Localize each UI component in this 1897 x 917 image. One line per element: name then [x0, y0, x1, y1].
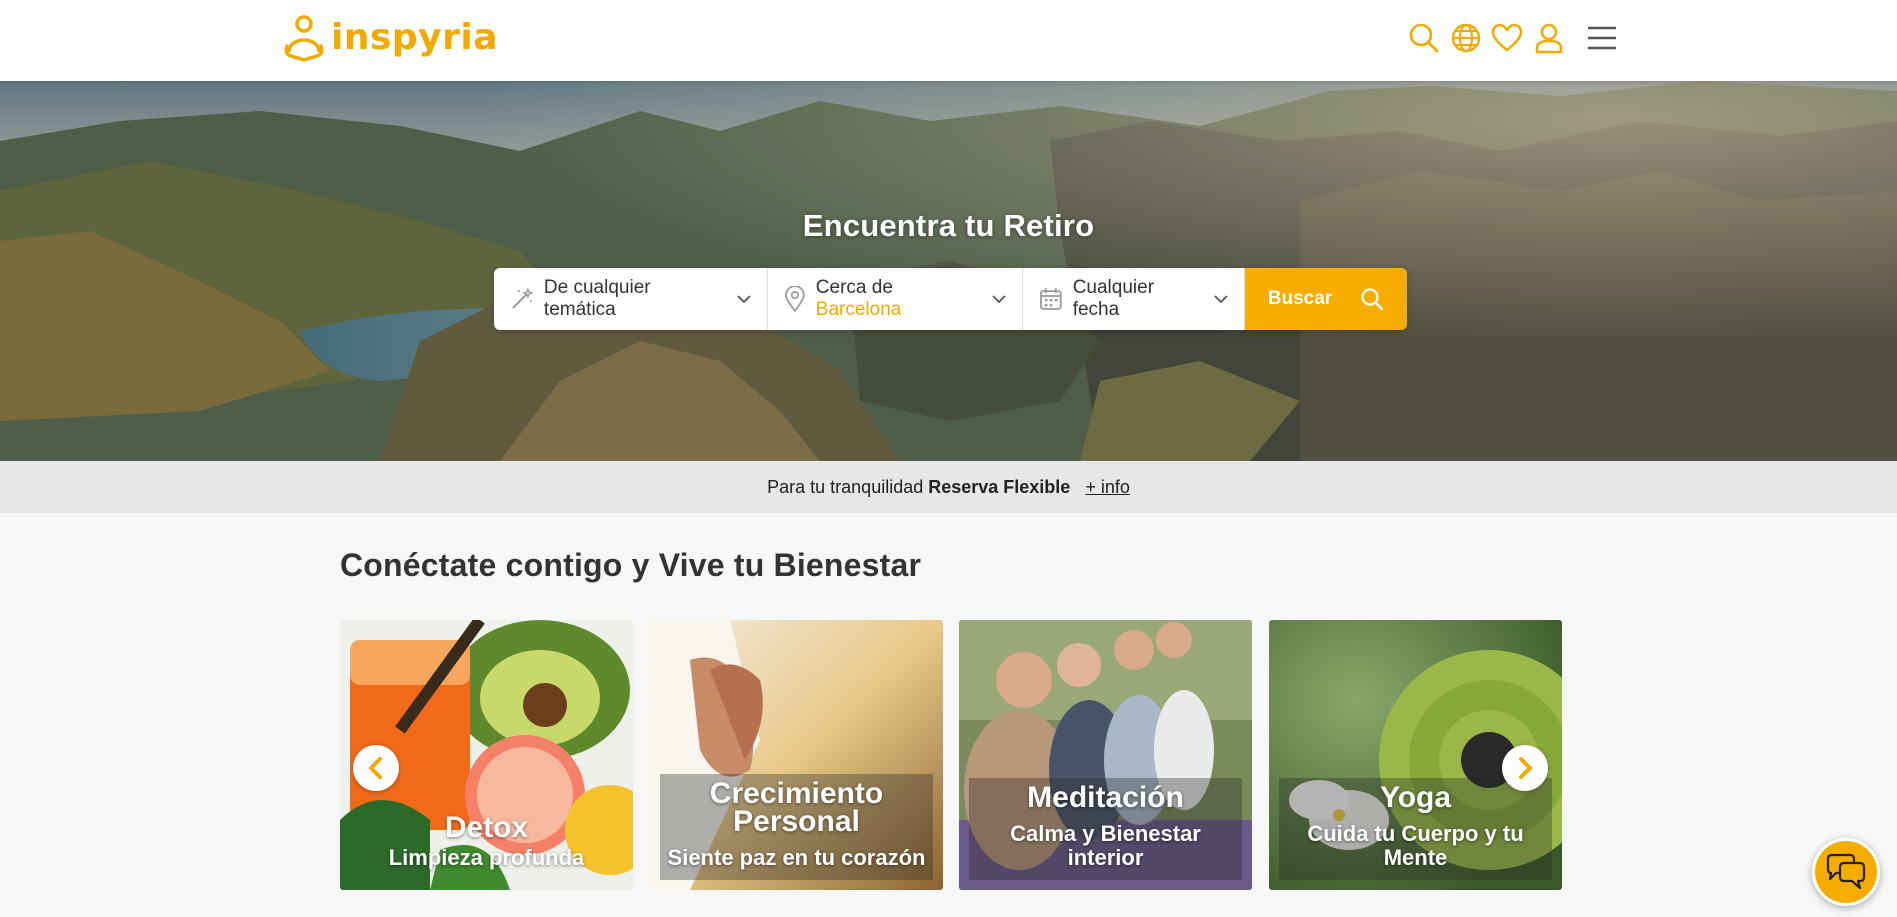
carousel-next-button[interactable]: [1502, 745, 1548, 791]
site-header: inspyria: [0, 0, 1897, 81]
card-subtitle: Cuida tu Cuerpo y tu Mente: [1307, 821, 1524, 870]
globe-icon[interactable]: [1448, 20, 1484, 56]
chevron-right-icon: [1519, 757, 1532, 779]
location-select[interactable]: Cerca de Barcelona: [768, 268, 1023, 330]
search-icon: [1361, 288, 1384, 311]
more-info-link[interactable]: + info: [1085, 477, 1130, 498]
hero-banner: Encuentra tu Retiro De cualquier temátic…: [0, 81, 1897, 461]
card-caption: Detox Limpieza profunda: [350, 808, 623, 880]
magic-wand-icon: [512, 287, 534, 309]
flexible-bold: Reserva Flexible: [928, 476, 1071, 497]
card-title: Yoga: [1379, 781, 1452, 814]
location-prefix: Cerca de: [815, 277, 893, 298]
theme-select[interactable]: De cualquier temática: [494, 268, 768, 330]
category-card-crecimiento-personal[interactable]: Crecimiento Personal Siente paz en tu co…: [650, 620, 943, 890]
card-title: Meditación: [1027, 781, 1184, 814]
section-title: Conéctate contigo y Vive tu Bienestar: [340, 547, 922, 583]
category-carousel: Detox Limpieza profunda Crecimiento Pers…: [340, 620, 1562, 890]
flexible-prefix: Para tu tranquilidad: [767, 476, 924, 497]
card-caption: Meditación Calma y Bienestar interior: [969, 778, 1242, 880]
card-subtitle: Siente paz en tu corazón: [667, 845, 926, 870]
theme-select-label: De cualquier temática: [543, 277, 651, 320]
chat-bubbles-icon: [1826, 853, 1866, 890]
heart-icon[interactable]: [1489, 20, 1525, 56]
chevron-down-icon: [737, 295, 751, 304]
category-card-meditacion[interactable]: Meditación Calma y Bienestar interior: [959, 620, 1252, 890]
date-select[interactable]: Cualquier fecha: [1023, 268, 1245, 330]
carousel-prev-button[interactable]: [353, 745, 399, 791]
search-bar: De cualquier temática Cerca de Barcelona…: [494, 268, 1407, 330]
card-title: Detox: [444, 811, 529, 844]
chat-button[interactable]: [1812, 838, 1880, 906]
location-select-label: Cerca de Barcelona: [816, 277, 982, 321]
user-icon[interactable]: [1531, 20, 1567, 56]
card-subtitle: Limpieza profunda: [388, 845, 585, 870]
card-caption: Yoga Cuida tu Cuerpo y tu Mente: [1279, 778, 1552, 880]
calendar-icon: [1040, 288, 1062, 310]
chevron-down-icon: [992, 295, 1006, 304]
location-pin-icon: [785, 286, 805, 312]
card-title: Crecimiento Personal: [709, 777, 884, 838]
card-caption: Crecimiento Personal Siente paz en tu co…: [660, 774, 933, 880]
location-city: Barcelona: [815, 299, 902, 320]
chevron-down-icon: [1214, 295, 1228, 304]
search-icon[interactable]: [1406, 20, 1442, 56]
search-button[interactable]: Buscar: [1245, 268, 1407, 330]
search-button-label: Buscar: [1267, 288, 1333, 309]
card-subtitle: Calma y Bienestar interior: [1010, 821, 1201, 870]
logo[interactable]: inspyria: [283, 12, 498, 62]
logo-text: inspyria: [331, 16, 499, 58]
logo-icon: [284, 15, 324, 62]
hero-title: Encuentra tu Retiro: [802, 208, 1095, 243]
menu-icon[interactable]: [1584, 20, 1620, 56]
chevron-left-icon: [369, 757, 382, 779]
date-select-label: Cualquier fecha: [1072, 277, 1155, 320]
flexible-booking-banner: Para tu tranquilidad Reserva Flexible + …: [0, 461, 1897, 513]
